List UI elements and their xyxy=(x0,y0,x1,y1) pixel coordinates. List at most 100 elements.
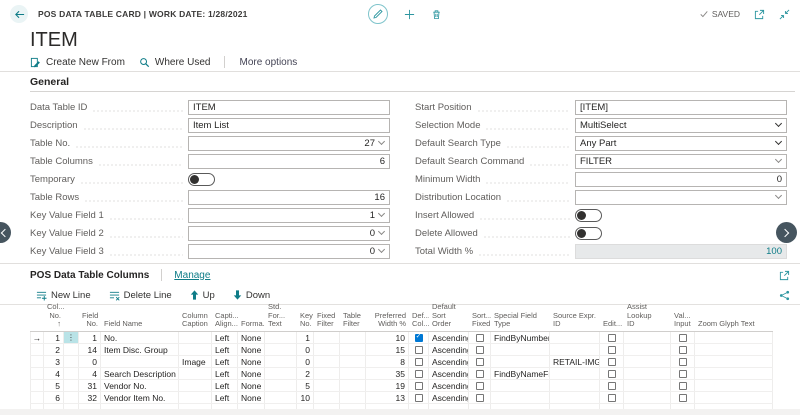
cell-validate-input[interactable] xyxy=(671,344,695,355)
cell-field-name[interactable]: Item Disc. Group xyxy=(101,344,179,355)
key-value-field-2-input[interactable] xyxy=(193,228,375,239)
cell-std-format-text[interactable] xyxy=(265,368,297,379)
cell-validate-input[interactable] xyxy=(671,356,695,367)
cell-assist-lookup-id[interactable] xyxy=(624,380,671,391)
cell-editable[interactable] xyxy=(600,344,624,355)
cell-default-sort-order[interactable]: Ascending xyxy=(429,392,469,403)
cell-preferred-width[interactable]: 8 xyxy=(366,356,409,367)
cell-special-field-type[interactable] xyxy=(491,380,550,391)
chevron-down-icon[interactable] xyxy=(775,156,782,163)
sort-fixed-checkbox[interactable] xyxy=(476,334,484,342)
key-value-field-1-input[interactable] xyxy=(193,210,375,221)
editable-checkbox[interactable] xyxy=(608,334,616,342)
cell-zoom-glyph-text[interactable] xyxy=(695,392,773,403)
def-col-checkbox[interactable] xyxy=(415,346,423,354)
description-input[interactable] xyxy=(193,120,385,131)
cell-dots[interactable] xyxy=(64,380,79,391)
cell-special-field-type[interactable] xyxy=(491,392,550,403)
editable-checkbox[interactable] xyxy=(608,358,616,366)
cell-col-no[interactable]: 3 xyxy=(44,356,64,367)
cell-def-col[interactable] xyxy=(409,392,429,403)
cell-def-col[interactable] xyxy=(409,380,429,391)
manage-tab[interactable]: Manage xyxy=(174,270,210,281)
cell-zoom-glyph-text[interactable] xyxy=(695,368,773,379)
more-options-button[interactable]: More options xyxy=(239,57,297,68)
col-header-def-col[interactable]: Def... Col... xyxy=(409,312,429,331)
cell-key-no[interactable]: 10 xyxy=(297,392,314,403)
cell-field-name[interactable] xyxy=(101,356,179,367)
cell-field-no[interactable]: 32 xyxy=(79,392,101,403)
cell-def-col[interactable] xyxy=(409,344,429,355)
sort-fixed-checkbox[interactable] xyxy=(476,382,484,390)
col-header-default-sort-order[interactable]: Default Sort Order xyxy=(429,303,469,331)
row-options-icon[interactable]: ⋮ xyxy=(64,332,79,343)
cell-validate-input[interactable] xyxy=(671,392,695,403)
col-header-validate-input[interactable]: Val... Input xyxy=(671,312,695,331)
create-new-from-button[interactable]: Create New From xyxy=(30,57,125,68)
cell-table-filter[interactable] xyxy=(340,380,366,391)
cell-field-no[interactable]: 1 xyxy=(79,332,101,343)
cell-field-name[interactable]: No. xyxy=(101,332,179,343)
cell-def-col[interactable] xyxy=(409,356,429,367)
validate-input-checkbox[interactable] xyxy=(679,370,687,378)
cell-column-caption[interactable] xyxy=(179,392,212,403)
insert-allowed-toggle[interactable] xyxy=(575,209,602,222)
cell-field-name[interactable]: Vendor No. xyxy=(101,380,179,391)
cell-sort-fixed[interactable] xyxy=(469,344,491,355)
cell-std-format-text[interactable] xyxy=(265,332,297,343)
table-columns-input[interactable] xyxy=(193,156,385,167)
cell-special-field-type[interactable] xyxy=(491,344,550,355)
where-used-button[interactable]: Where Used xyxy=(139,57,211,68)
col-header-special-field-type[interactable]: Special Field Type xyxy=(491,312,550,331)
chevron-down-icon[interactable] xyxy=(775,192,782,199)
cell-assist-lookup-id[interactable] xyxy=(624,368,671,379)
minimum-width-input[interactable] xyxy=(580,174,782,185)
col-header-key-no[interactable]: Key No. xyxy=(297,312,314,331)
new-line-button[interactable]: New Line xyxy=(36,290,91,301)
cell-source-expr-id[interactable] xyxy=(550,332,600,343)
delete-button[interactable] xyxy=(431,9,442,20)
validate-input-checkbox[interactable] xyxy=(679,346,687,354)
chevron-down-icon[interactable] xyxy=(378,210,385,217)
cell-std-format-text[interactable] xyxy=(265,380,297,391)
validate-input-checkbox[interactable] xyxy=(679,358,687,366)
sort-fixed-checkbox[interactable] xyxy=(476,394,484,402)
cell-caption-align[interactable]: Left xyxy=(212,392,238,403)
cell-dots[interactable] xyxy=(64,392,79,403)
edit-button[interactable] xyxy=(368,4,388,24)
def-col-checkbox[interactable] xyxy=(415,394,423,402)
cell-key-no[interactable]: 5 xyxy=(297,380,314,391)
cell-std-format-text[interactable] xyxy=(265,392,297,403)
cell-field-name[interactable]: Vendor Item No. xyxy=(101,392,179,403)
cell-field-no[interactable]: 14 xyxy=(79,344,101,355)
table-rows-input[interactable] xyxy=(193,192,385,203)
col-header-fixed-filter[interactable]: Fixed Filter xyxy=(314,312,340,331)
cell-sort-fixed[interactable] xyxy=(469,392,491,403)
sort-fixed-checkbox[interactable] xyxy=(476,358,484,366)
editable-checkbox[interactable] xyxy=(608,346,616,354)
cell-caption-align[interactable]: Left xyxy=(212,356,238,367)
temporary-toggle[interactable] xyxy=(188,173,215,186)
cell-field-no[interactable]: 4 xyxy=(79,368,101,379)
cell-std-format-text[interactable] xyxy=(265,344,297,355)
next-record-button[interactable] xyxy=(776,222,797,243)
col-header-preferred-width[interactable]: Preferred Width % xyxy=(366,312,409,331)
cell-special-field-type[interactable] xyxy=(491,356,550,367)
col-header-editable[interactable]: Edit... xyxy=(600,320,624,331)
editable-checkbox[interactable] xyxy=(608,370,616,378)
cell-preferred-width[interactable]: 15 xyxy=(366,344,409,355)
delete-line-button[interactable]: Delete Line xyxy=(109,290,172,301)
cell-column-caption[interactable] xyxy=(179,332,212,343)
cell-zoom-glyph-text[interactable] xyxy=(695,344,773,355)
cell-col-no[interactable]: 5 xyxy=(44,380,64,391)
col-header-column-caption[interactable]: Column Caption xyxy=(179,312,212,331)
cell-col-no[interactable]: 1 xyxy=(44,332,64,343)
def-col-checkbox[interactable] xyxy=(415,358,423,366)
cell-def-col[interactable] xyxy=(409,368,429,379)
col-header-caption-align[interactable]: Capti... Align... xyxy=(212,312,238,331)
cell-format[interactable]: None xyxy=(238,380,265,391)
cell-fixed-filter[interactable] xyxy=(314,344,340,355)
cell-default-sort-order[interactable]: Ascending xyxy=(429,332,469,343)
cell-col-no[interactable]: 6 xyxy=(44,392,64,403)
cell-format[interactable]: None xyxy=(238,356,265,367)
